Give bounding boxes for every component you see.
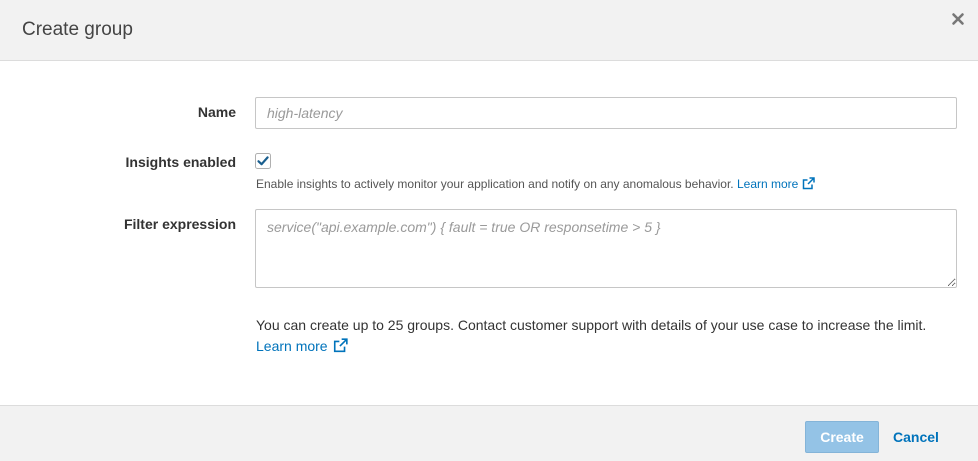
filter-expression-textarea[interactable] <box>255 209 957 288</box>
dialog-footer: Create Cancel <box>0 405 978 461</box>
group-limit-info: You can create up to 25 groups. Contact … <box>256 315 926 357</box>
group-limit-text: You can create up to 25 groups. Contact … <box>256 317 927 333</box>
insights-learn-more-label: Learn more <box>736 177 799 191</box>
insights-help-text: Enable insights to actively monitor your… <box>256 177 816 191</box>
group-limit-learn-more-label: Learn more <box>256 338 328 354</box>
group-limit-learn-more-link[interactable]: Learn more <box>256 338 348 354</box>
close-icon[interactable] <box>950 11 966 27</box>
insights-learn-more-link[interactable]: Learn more <box>736 177 816 191</box>
create-button[interactable]: Create <box>805 421 879 453</box>
name-label: Name <box>197 104 236 120</box>
create-group-dialog: Create group Name Insights enabled Enabl… <box>0 0 978 461</box>
dialog-header: Create group <box>0 0 978 61</box>
cancel-button[interactable]: Cancel <box>893 421 939 453</box>
insights-description: Enable insights to actively monitor your… <box>256 177 734 191</box>
external-link-icon <box>803 177 816 190</box>
insights-enabled-checkbox[interactable] <box>255 153 271 169</box>
filter-expression-label: Filter expression <box>123 216 236 232</box>
external-link-icon <box>333 338 348 353</box>
insights-enabled-label: Insights enabled <box>125 154 236 170</box>
name-input[interactable] <box>255 97 957 129</box>
dialog-title: Create group <box>22 19 133 40</box>
